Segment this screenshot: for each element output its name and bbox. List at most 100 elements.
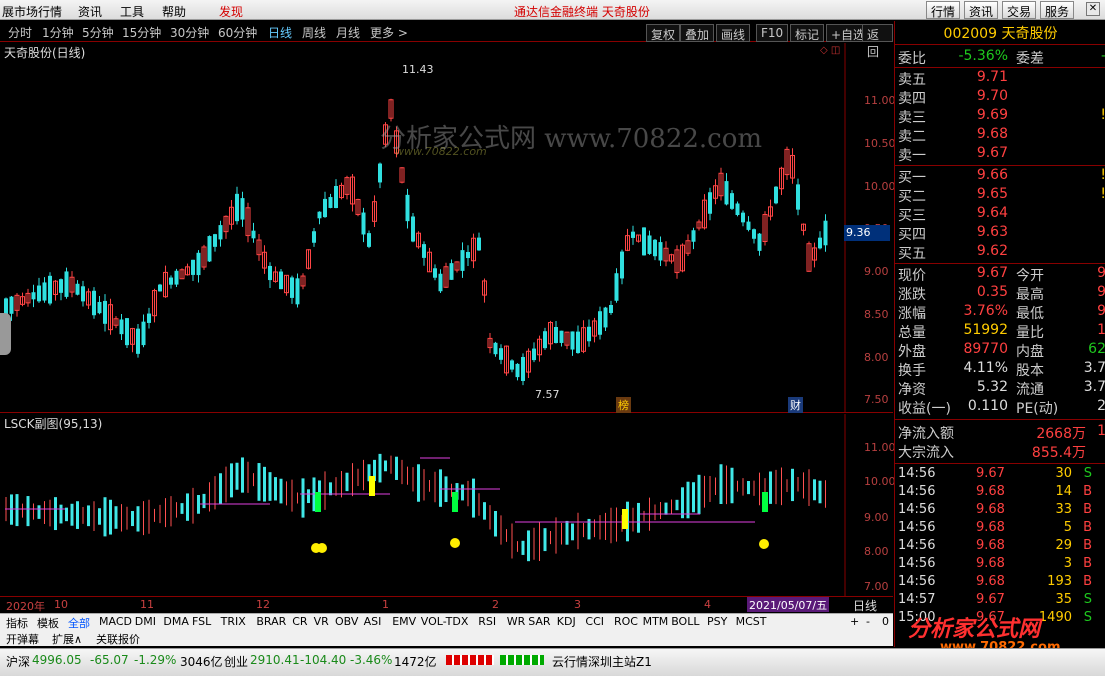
candle-body	[141, 321, 146, 346]
indicator-tab[interactable]: CR	[292, 615, 307, 628]
indicator-tab[interactable]: OBV	[335, 615, 358, 628]
tick-side: B	[1083, 538, 1092, 553]
server-name[interactable]: 云行情深圳主站Z1	[552, 653, 652, 670]
indicator-control[interactable]: 0	[882, 615, 889, 628]
candle-body	[823, 220, 828, 246]
finance-tag[interactable]: 财	[788, 397, 803, 413]
tick-row: 14:56 9.68 193 B	[898, 574, 1105, 592]
period-tab-30min[interactable]: 30分钟	[170, 24, 209, 41]
candle-body	[741, 212, 745, 223]
stat-value-2: 9	[1097, 265, 1105, 281]
candle-body	[279, 271, 283, 290]
period-tab-1min[interactable]: 1分钟	[42, 24, 74, 41]
mark-button[interactable]: 标记	[790, 24, 825, 42]
candle-body	[466, 251, 470, 259]
menu-discover[interactable]: 发现	[219, 3, 243, 20]
indicator-tab[interactable]: PSY	[707, 615, 727, 628]
stat-label: 净资	[898, 382, 926, 398]
indicator-tab[interactable]: DMA	[163, 615, 189, 628]
adjust-button[interactable]: 复权	[646, 24, 681, 42]
bid-row: 买一 9.66!	[898, 167, 1105, 186]
stat-value-2: 2	[1097, 398, 1105, 414]
candle-body	[125, 318, 129, 346]
candle-body	[774, 186, 778, 204]
period-tab-fenshi[interactable]: 分时	[8, 24, 32, 41]
indicator-tab[interactable]: KDJ	[557, 615, 576, 628]
candle-body	[119, 319, 124, 335]
close-icon[interactable]: ✕	[1086, 2, 1100, 16]
tab-quotes-button[interactable]: 行情	[926, 1, 961, 19]
tick-side: B	[1083, 574, 1092, 589]
tick-time: 14:57	[898, 592, 936, 607]
indicator-tab[interactable]: ASI	[364, 615, 382, 628]
indicator-tab[interactable]: SAR	[528, 615, 550, 628]
period-tab-more[interactable]: 更多 >	[370, 24, 408, 41]
candle-body	[323, 198, 327, 218]
tick-row: 14:56 9.68 5 B	[898, 520, 1105, 538]
y-tick: 9.00	[864, 511, 889, 524]
period-tab-weekly[interactable]: 周线	[302, 24, 326, 41]
expand-toggle[interactable]: 扩展∧	[52, 631, 82, 647]
stat-row: 净资 5.32 流通 3.7	[898, 379, 1105, 398]
cursor-date: 2021/05/07/五	[747, 597, 830, 612]
menu-tools[interactable]: 工具	[120, 3, 144, 20]
index-cy-name[interactable]: 创业	[224, 653, 248, 670]
indicator-tab[interactable]: WR	[507, 615, 526, 628]
period-tab-monthly[interactable]: 月线	[336, 24, 360, 41]
overlay-button[interactable]: 叠加	[680, 24, 715, 42]
period-tab-daily[interactable]: 日线	[268, 24, 292, 41]
period-tab-5min[interactable]: 5分钟	[82, 24, 114, 41]
indicator-tab[interactable]: MTM	[643, 615, 669, 628]
indicator-control[interactable]: -	[866, 615, 870, 628]
indicator-control[interactable]: +	[850, 615, 859, 628]
period-tab-60min[interactable]: 60分钟	[218, 24, 257, 41]
tab-service-button[interactable]: 服务	[1040, 1, 1075, 19]
indicator-tab[interactable]: BOLL	[671, 615, 699, 628]
tab-news-button[interactable]: 资讯	[964, 1, 999, 19]
index-sh-value: 4996.05	[32, 653, 82, 667]
kline-svg	[4, 43, 846, 413]
danmaku-toggle[interactable]: 开弹幕	[6, 631, 39, 647]
stat-label: 收益(一)	[898, 401, 951, 417]
menu-help[interactable]: 帮助	[162, 3, 186, 20]
stock-code-name[interactable]: 002009 天奇股份	[895, 23, 1105, 45]
rank-tag[interactable]: 榜	[616, 397, 631, 413]
weibi-label: 委比	[898, 51, 926, 67]
sub-indicator-svg[interactable]	[0, 414, 893, 596]
index-sh-name[interactable]: 沪深	[6, 653, 30, 670]
indicator-tab[interactable]: DMI	[135, 615, 156, 628]
draw-button[interactable]: 画线	[716, 24, 751, 42]
stat-value: 9.67	[976, 265, 1008, 281]
signal-dot	[759, 539, 769, 549]
y-tick: 8.00	[864, 351, 889, 364]
indicator-tab[interactable]: FSL	[192, 615, 211, 628]
indicator-tab[interactable]: EMV	[392, 615, 416, 628]
indicator-tab[interactable]: ROC	[614, 615, 638, 628]
tab-trade-button[interactable]: 交易	[1002, 1, 1037, 19]
indicator-tab[interactable]: CCI	[585, 615, 604, 628]
menu-news[interactable]: 资讯	[78, 3, 102, 20]
indicator-tab[interactable]: MCST	[736, 615, 767, 628]
related-quotes-toggle[interactable]: 关联报价	[96, 631, 140, 647]
indicator-tab[interactable]: TRIX	[221, 615, 246, 628]
f10-button[interactable]: F10	[756, 24, 789, 42]
y-tick: 10.00	[864, 475, 896, 488]
stat-row: 换手 4.11% 股本 3.7	[898, 360, 1105, 379]
stat-value: 4.11%	[963, 360, 1008, 376]
candle-body	[587, 326, 591, 342]
indicator-tab[interactable]: VOL-TDX	[421, 615, 469, 628]
side-collapse-handle[interactable]	[0, 313, 11, 355]
stat-value-2: 3.7	[1083, 379, 1105, 395]
indicator-tab[interactable]: VR	[314, 615, 329, 628]
indicator-tab[interactable]: BRAR	[256, 615, 286, 628]
period-tab-15min[interactable]: 15分钟	[122, 24, 161, 41]
menu-bar: 展市场行情 资讯 工具 帮助 发现 通达信金融终端 天奇股份 行情 资讯 交易 …	[0, 0, 1105, 20]
indicator-tab[interactable]: MACD	[99, 615, 132, 628]
tick-time: 14:56	[898, 502, 936, 517]
back-button[interactable]: 返回	[862, 24, 893, 59]
stat-row: 现价 9.67 今开 9	[898, 265, 1105, 284]
candle-body	[460, 250, 465, 271]
y-tick: 8.00	[864, 545, 889, 558]
indicator-tab[interactable]: RSI	[478, 615, 496, 628]
weibi-row: 委比 -5.36% 委差 -	[898, 48, 1105, 67]
